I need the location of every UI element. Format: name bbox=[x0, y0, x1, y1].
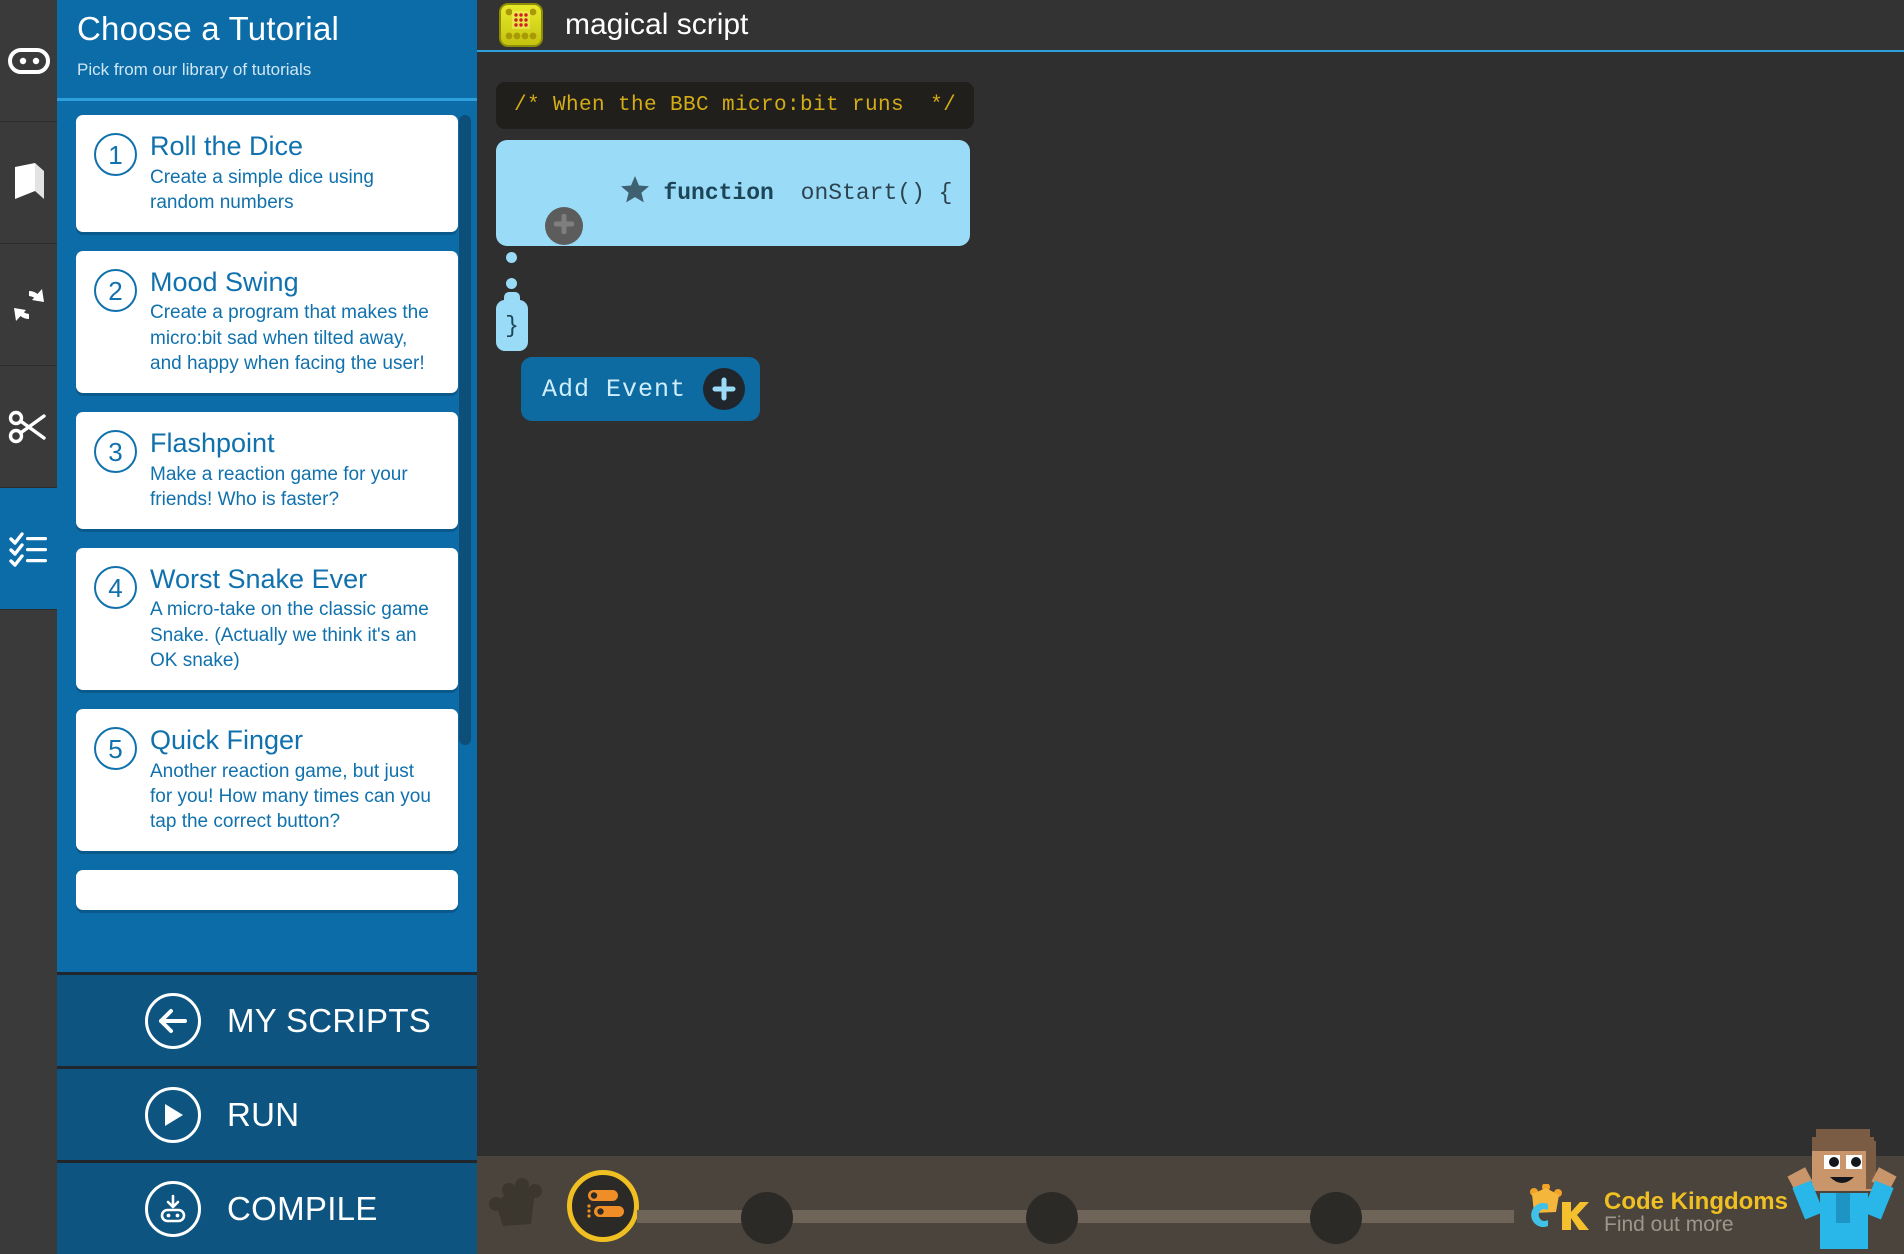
sidebar-action-buttons: MY SCRIPTS RUN COMPILE bbox=[57, 972, 477, 1254]
progress-step[interactable] bbox=[1026, 1192, 1078, 1244]
tutorial-card[interactable]: 5 Quick Finger Another reaction game, bu… bbox=[76, 709, 458, 852]
add-event-button[interactable]: Add Event bbox=[521, 357, 761, 421]
back-arrow-icon bbox=[145, 992, 201, 1049]
ck-logo-icon bbox=[1518, 1183, 1590, 1241]
tutorial-number: 5 bbox=[94, 727, 137, 771]
blocks-icon bbox=[582, 1187, 624, 1226]
tutorial-description: Make a reaction game for your friends! W… bbox=[150, 463, 408, 510]
minecraft-character-icon bbox=[1786, 1121, 1898, 1254]
tutorial-title: Quick Finger bbox=[150, 725, 304, 756]
compile-microbit-icon bbox=[145, 1180, 201, 1237]
rail-item-cut[interactable] bbox=[0, 366, 57, 488]
microbit-device-icon bbox=[7, 47, 50, 74]
plus-icon bbox=[553, 213, 575, 239]
brand-text: Code Kingdoms Find out more bbox=[1604, 1189, 1788, 1236]
tutorial-text: Worst Snake Ever A micro-take on the cla… bbox=[150, 565, 438, 673]
tutorial-text: Roll the Dice Create a simple dice using… bbox=[150, 132, 438, 215]
play-icon bbox=[145, 1086, 201, 1143]
tutorial-number: 1 bbox=[94, 133, 137, 177]
plus-icon bbox=[703, 368, 746, 410]
tutorial-title: Mood Swing bbox=[150, 267, 299, 298]
code-canvas[interactable]: /* When the BBC micro:bit runs */ functi… bbox=[477, 54, 1904, 1142]
tutorial-sidebar: Choose a Tutorial Pick from our library … bbox=[57, 0, 477, 1254]
connector-dot bbox=[506, 278, 517, 289]
sync-icon bbox=[9, 285, 49, 325]
left-icon-rail bbox=[0, 0, 57, 1254]
app-root: Choose a Tutorial Pick from our library … bbox=[0, 0, 1904, 1254]
book-icon bbox=[11, 161, 47, 205]
tutorial-card[interactable]: 2 Mood Swing Create a program that makes… bbox=[76, 251, 458, 394]
rail-item-sync[interactable] bbox=[0, 244, 57, 366]
connector-dot bbox=[506, 226, 517, 237]
rail-item-library[interactable] bbox=[0, 122, 57, 244]
checklist-icon bbox=[8, 531, 49, 567]
tutorial-text: Flashpoint Make a reaction game for your… bbox=[150, 429, 438, 512]
scissors-icon bbox=[8, 408, 50, 446]
add-event-label: Add Event bbox=[542, 374, 687, 404]
microbit-logo-icon bbox=[499, 3, 543, 47]
code-kingdoms-brand[interactable]: Code Kingdoms Find out more bbox=[1518, 1183, 1788, 1241]
tutorial-text: Mood Swing Create a program that makes t… bbox=[150, 268, 438, 376]
crown-icon bbox=[487, 1178, 549, 1239]
my-scripts-label: MY SCRIPTS bbox=[227, 1001, 432, 1039]
tutorial-title: Roll the Dice bbox=[150, 131, 304, 162]
tutorial-description: Create a simple dice using random number… bbox=[150, 166, 374, 213]
function-keyword: function bbox=[663, 180, 774, 206]
script-header: magical script bbox=[477, 0, 1904, 52]
rail-item-microbit-device[interactable] bbox=[0, 0, 57, 122]
closing-brace-block[interactable]: } bbox=[496, 300, 528, 351]
progress-step[interactable] bbox=[741, 1192, 793, 1244]
tutorial-card[interactable]: 3 Flashpoint Make a reaction game for yo… bbox=[76, 412, 458, 530]
connector-dot bbox=[506, 252, 517, 263]
add-statement-button[interactable] bbox=[545, 207, 583, 245]
blocks-view-button[interactable] bbox=[567, 1170, 639, 1242]
tutorial-card[interactable]: 4 Worst Snake Ever A micro-take on the c… bbox=[76, 548, 458, 691]
function-signature: onStart() { bbox=[786, 180, 953, 206]
page-subtitle: Pick from our library of tutorials bbox=[77, 60, 312, 80]
sidebar-header: Choose a Tutorial Pick from our library … bbox=[57, 0, 477, 98]
tutorial-description: Another reaction game, but just for you!… bbox=[150, 760, 431, 833]
code-comment-block[interactable]: /* When the BBC micro:bit runs */ bbox=[496, 82, 975, 129]
tutorial-description: A micro-take on the classic game Snake. … bbox=[150, 599, 429, 672]
page-title: Choose a Tutorial bbox=[77, 10, 340, 47]
rail-item-tutorials[interactable] bbox=[0, 488, 57, 610]
progress-step[interactable] bbox=[1310, 1192, 1362, 1244]
run-label: RUN bbox=[227, 1095, 300, 1133]
tutorial-title: Worst Snake Ever bbox=[150, 564, 368, 595]
script-title: magical script bbox=[565, 8, 749, 41]
brand-name: Code Kingdoms bbox=[1604, 1187, 1788, 1215]
tutorial-number: 3 bbox=[94, 430, 137, 474]
tutorial-card[interactable]: 1 Roll the Dice Create a simple dice usi… bbox=[76, 115, 458, 233]
tutorial-title: Flashpoint bbox=[150, 428, 275, 459]
tutorial-number: 2 bbox=[94, 269, 137, 313]
run-button[interactable]: RUN bbox=[57, 1066, 477, 1160]
my-scripts-button[interactable]: MY SCRIPTS bbox=[57, 972, 477, 1066]
tutorial-description: Create a program that makes the micro:bi… bbox=[150, 302, 429, 374]
tutorial-list[interactable]: 1 Roll the Dice Create a simple dice usi… bbox=[57, 101, 477, 972]
tutorial-list-scrollbar[interactable] bbox=[459, 115, 471, 746]
tutorial-progress-bar: Code Kingdoms Find out more bbox=[477, 1129, 1904, 1254]
tutorial-card-partial[interactable] bbox=[76, 870, 458, 911]
compile-label: COMPILE bbox=[227, 1189, 378, 1227]
compile-button[interactable]: COMPILE bbox=[57, 1160, 477, 1254]
tutorial-number: 4 bbox=[94, 566, 137, 610]
brand-tagline: Find out more bbox=[1604, 1213, 1734, 1237]
tutorial-text: Quick Finger Another reaction game, but … bbox=[150, 726, 438, 834]
connector-dot bbox=[506, 200, 517, 211]
